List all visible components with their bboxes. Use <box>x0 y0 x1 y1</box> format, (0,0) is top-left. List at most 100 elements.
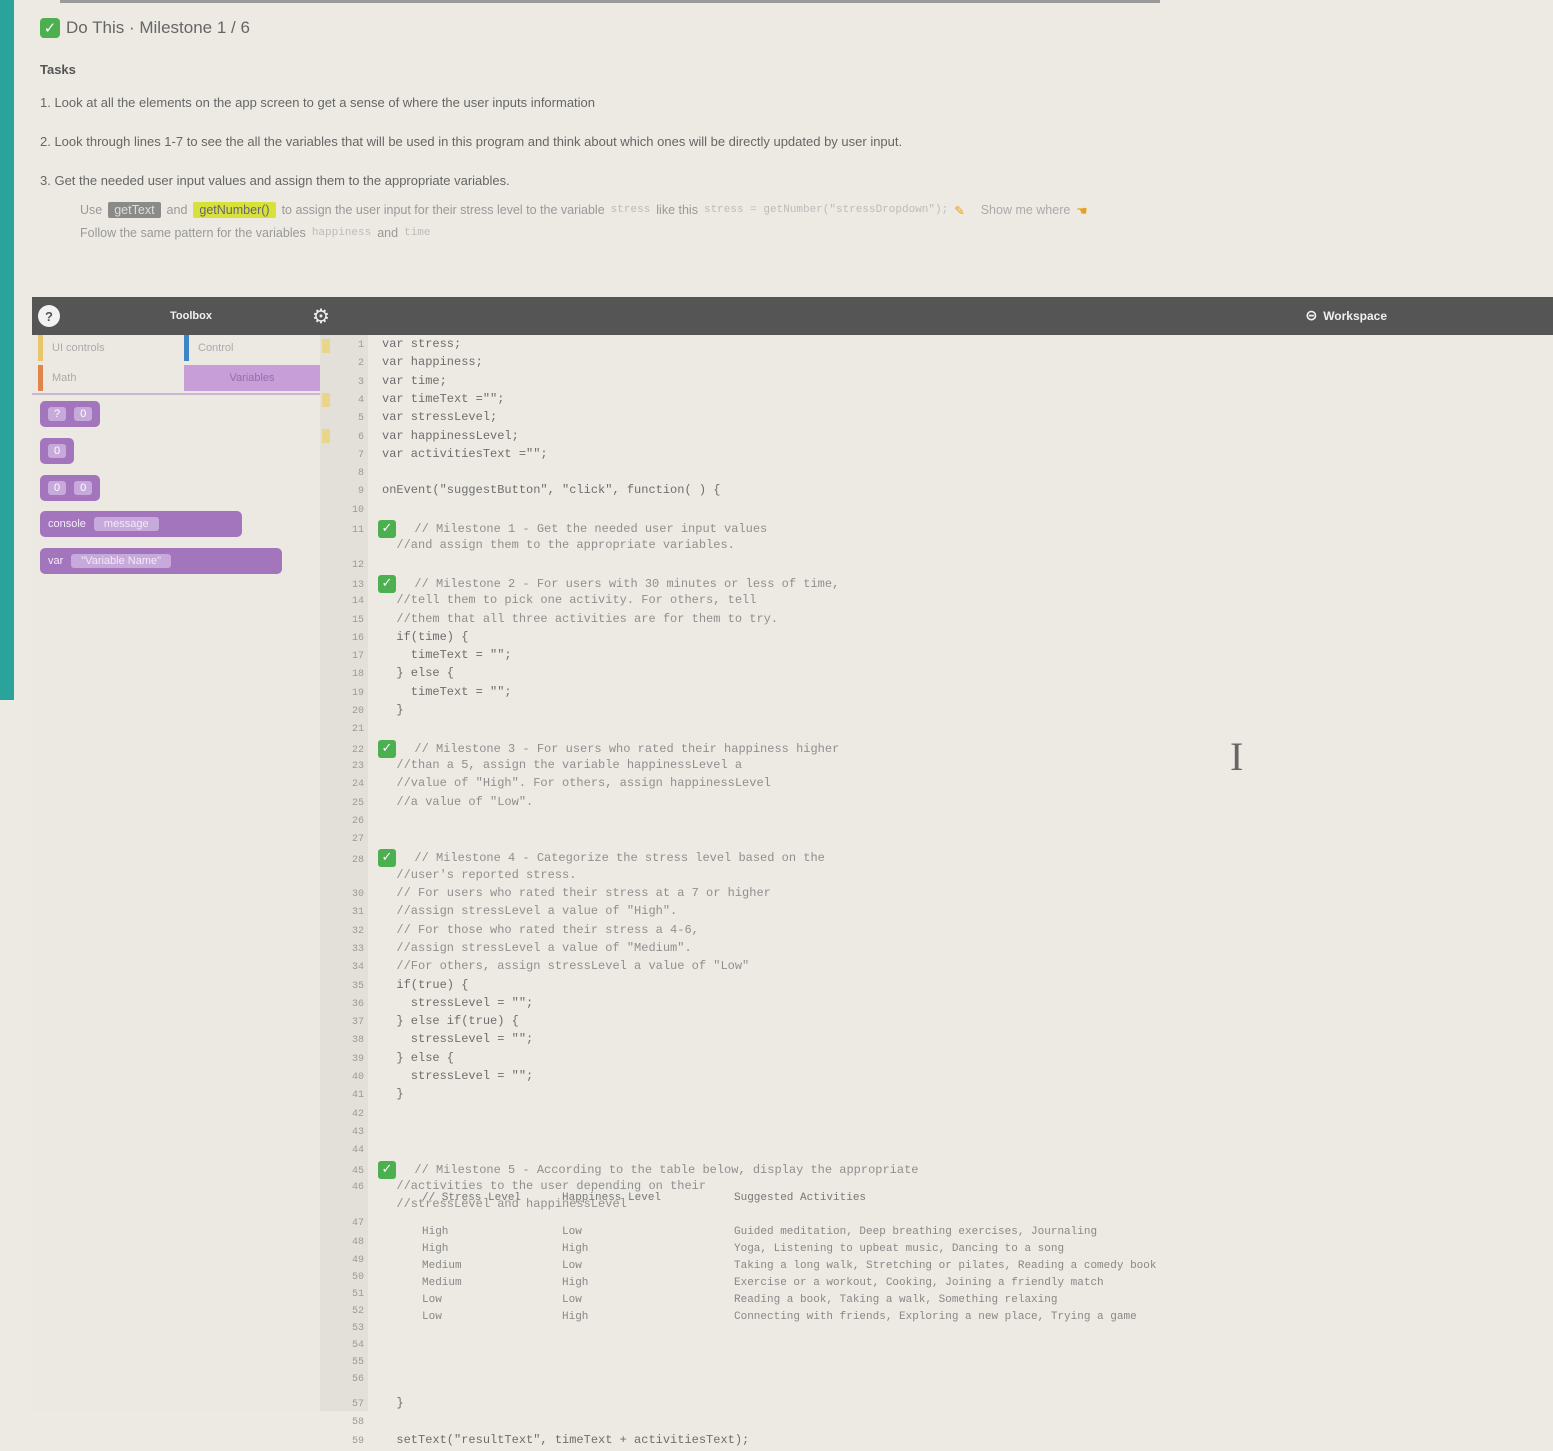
line-number: 44 <box>351 1145 364 1157</box>
line-number: 54 <box>351 1340 364 1351</box>
text-cursor-icon: I <box>1230 734 1244 779</box>
code-line[interactable]: 51 <box>320 1286 382 1304</box>
code-line[interactable]: 14 //tell them to pick one activity. For… <box>320 593 756 611</box>
block-value[interactable]: 0 <box>40 438 75 464</box>
code-text: if(true) { <box>382 977 469 992</box>
code-line[interactable]: 38 stressLevel = ""; <box>320 1032 533 1050</box>
code-line[interactable]: 6 var happinessLevel; <box>320 429 519 447</box>
code-line[interactable]: 45 ✓ // Milestone 5 - According to the ta… <box>320 1160 918 1179</box>
code-text: timeText = ""; <box>382 648 512 663</box>
code-line[interactable]: 53 <box>320 1320 382 1338</box>
code-line[interactable]: 44 <box>320 1142 382 1160</box>
code-line[interactable]: 42 <box>320 1106 382 1124</box>
line-number: 36 <box>351 998 364 1010</box>
line-number: 28 <box>351 854 364 866</box>
code-line[interactable]: 37 } else if(true) { <box>320 1014 519 1032</box>
code-line[interactable]: //user's reported stress. <box>320 868 576 886</box>
task-item: 1. Look at all the elements on the app s… <box>40 95 596 110</box>
code-line[interactable]: //and assign them to the appropriate var… <box>320 538 734 556</box>
code-line[interactable]: 1 var stress; <box>320 337 461 355</box>
code-line[interactable]: 24 //value of "High". For others, assign… <box>320 776 771 794</box>
code-line[interactable]: 3 var time; <box>320 374 447 392</box>
code-line[interactable]: 5 var stressLevel; <box>320 410 497 428</box>
code-line[interactable]: 48 <box>320 1234 382 1252</box>
subtask-text: Follow the same pattern for the variable… <box>80 226 306 240</box>
line-number: 22 <box>351 744 364 756</box>
code-line[interactable]: 4 var timeText =""; <box>320 392 504 410</box>
code-line[interactable]: 35 if(true) { <box>320 978 468 996</box>
line-number: 33 <box>351 943 364 955</box>
block-label: console <box>48 518 86 530</box>
code-line[interactable]: 55 <box>320 1354 382 1372</box>
milestone-check-icon: ✓ <box>378 520 396 538</box>
code-line[interactable]: 52 <box>320 1303 382 1321</box>
category-ui-controls[interactable]: UI controls <box>38 335 178 361</box>
code-line[interactable]: 16 if(time) { <box>320 630 468 648</box>
code-line[interactable]: 39 } else { <box>320 1051 454 1069</box>
code-line[interactable]: 41 } <box>320 1087 404 1105</box>
code-line[interactable]: 7 var activitiesText =""; <box>320 447 548 465</box>
code-line[interactable]: 43 <box>320 1124 382 1142</box>
code-line[interactable]: 54 <box>320 1337 382 1355</box>
code-line[interactable]: 57 } <box>320 1396 404 1414</box>
table-header: // Stress Level <box>422 1192 522 1204</box>
code-line[interactable]: 36 stressLevel = ""; <box>320 996 533 1014</box>
code-line[interactable]: 30 // For users who rated their stress a… <box>320 886 771 904</box>
code-line[interactable]: 22 ✓ // Milestone 3 - For users who rated… <box>320 739 839 758</box>
code-line[interactable]: 20 } <box>320 703 404 721</box>
block-assign[interactable]: ? 0 <box>40 401 101 427</box>
block-var-declare[interactable]: var "Variable Name" <box>40 548 282 574</box>
code-line[interactable]: 12 <box>320 557 382 575</box>
category-math[interactable]: Math <box>38 365 178 391</box>
block-slot: ? <box>48 407 67 421</box>
code-line[interactable]: 50 <box>320 1269 382 1287</box>
code-line[interactable]: 58 <box>320 1414 382 1432</box>
block-console-log[interactable]: console message <box>40 511 242 537</box>
code-line[interactable]: 33 //assign stressLevel a value of "Medi… <box>320 941 692 959</box>
table-cell: Exercise or a workout, Cooking, Joining … <box>734 1277 1104 1289</box>
code-text: var happinessLevel; <box>382 428 519 443</box>
code-line[interactable]: 28 ✓ // Milestone 4 - Categorize the stre… <box>320 849 825 868</box>
table-cell: Reading a book, Taking a walk, Something… <box>734 1294 1058 1306</box>
milestone-check-icon: ✓ <box>378 574 396 593</box>
tasks-heading: Tasks <box>40 62 76 77</box>
code-comment: // Milestone 4 - Categorize the stress l… <box>400 851 825 866</box>
code-line[interactable]: 47 <box>320 1215 382 1233</box>
code-line[interactable]: 19 timeText = ""; <box>320 685 512 703</box>
code-line[interactable]: 13 ✓ // Milestone 2 - For users with 30 m… <box>320 574 839 593</box>
code-line[interactable]: 40 stressLevel = ""; <box>320 1069 533 1087</box>
code-line[interactable]: 21 <box>320 721 382 739</box>
gear-icon[interactable]: ⚙ <box>312 304 330 329</box>
code-line[interactable]: 31 //assign stressLevel a value of "High… <box>320 904 677 922</box>
code-comment: // Milestone 1 - Get the needed user inp… <box>400 522 768 537</box>
code-line[interactable]: 49 <box>320 1252 382 1270</box>
gettext-chip[interactable]: getText <box>108 202 161 218</box>
code-line[interactable]: 27 <box>320 831 382 849</box>
code-line[interactable]: 25 //a value of "Low". <box>320 795 533 813</box>
code-line[interactable]: 15 //them that all three activities are … <box>320 612 778 630</box>
category-control[interactable]: Control <box>184 335 324 361</box>
code-line[interactable]: 23 //than a 5, assign the variable happi… <box>320 758 742 776</box>
help-icon[interactable]: ? <box>38 305 60 327</box>
show-me-where-link[interactable]: Show me where <box>981 203 1071 217</box>
code-line[interactable]: 18 } else { <box>320 666 454 684</box>
code-line[interactable]: 17 timeText = ""; <box>320 648 512 666</box>
code-line[interactable]: 56 <box>320 1371 382 1389</box>
code-line[interactable]: 10 <box>320 502 382 520</box>
code-line[interactable]: 2 var happiness; <box>320 355 483 373</box>
code-line[interactable]: 59 setText("resultText", timeText + acti… <box>320 1433 749 1451</box>
code-line[interactable]: 11 ✓ // Milestone 1 - Get the needed user… <box>320 520 767 538</box>
block-pair[interactable]: 0 0 <box>40 475 101 501</box>
block-slot: 0 <box>74 481 93 495</box>
code-line[interactable]: 26 <box>320 813 382 831</box>
category-variables[interactable]: Variables <box>184 365 320 391</box>
table-cell: Yoga, Listening to upbeat music, Dancing… <box>734 1243 1065 1255</box>
line-number: 47 <box>351 1218 364 1230</box>
line-number: 26 <box>351 815 364 827</box>
milestone-check-icon: ✓ <box>378 849 396 868</box>
getnumber-chip[interactable]: getNumber() <box>193 202 276 218</box>
code-line[interactable]: 9 onEvent("suggestButton", "click", funct… <box>320 483 720 501</box>
code-line[interactable]: 8 <box>320 465 382 483</box>
code-line[interactable]: 32 // For those who rated their stress a… <box>320 923 699 941</box>
code-line[interactable]: 34 //For others, assign stressLevel a va… <box>320 959 749 977</box>
